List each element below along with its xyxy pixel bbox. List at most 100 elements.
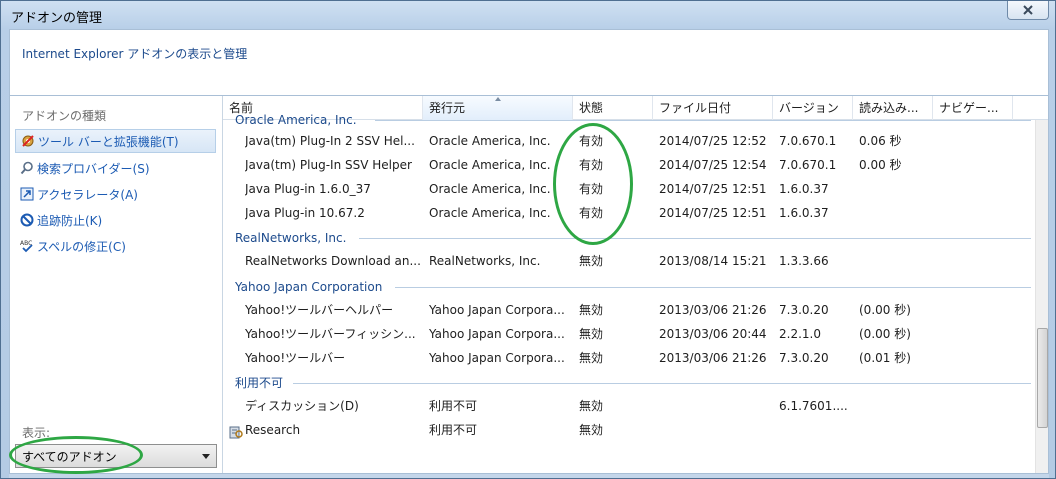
addon-status: 無効 xyxy=(579,327,604,341)
addon-name: Research xyxy=(245,423,301,437)
table-row[interactable]: Java(tm) Plug-In SSV Helper Oracle Ameri… xyxy=(223,153,1035,177)
addon-load-time: (0.00 秒) xyxy=(859,327,911,341)
table-row[interactable]: Java Plug-in 10.67.2 Oracle America, Inc… xyxy=(223,201,1035,225)
addon-list: 名前 発行元 状態 ファイル日付 バージョン 読み込み... ナビゲー... O… xyxy=(222,96,1048,473)
addon-date: 2014/07/25 12:52 xyxy=(659,134,767,148)
header-title: Internet Explorer アドオンの表示と管理 xyxy=(22,47,248,61)
addon-publisher: Yahoo Japan Corpora... xyxy=(429,327,565,341)
addon-name: Java Plug-in 1.6.0_37 xyxy=(245,182,371,196)
group-divider xyxy=(293,383,1031,384)
addon-status: 無効 xyxy=(579,254,604,268)
addon-version: 1.3.3.66 xyxy=(779,254,829,268)
sidebar-item-label: アクセラレータ(A) xyxy=(37,187,138,202)
addon-rows: Oracle America, Inc. Java(tm) Plug-In 2 … xyxy=(223,113,1035,473)
close-icon xyxy=(1023,5,1033,15)
addon-name: ディスカッション(D) xyxy=(245,399,359,413)
block-icon xyxy=(19,213,34,228)
addon-date: 2013/03/06 21:26 xyxy=(659,303,767,317)
group-divider xyxy=(375,120,1031,121)
group-divider xyxy=(359,238,1031,239)
sidebar-item-label: スペルの修正(C) xyxy=(37,239,126,254)
sidebar-item-toolbars[interactable]: ツール バーと拡張機能(T) xyxy=(15,129,216,153)
addon-version: 7.0.670.1 xyxy=(779,134,837,148)
group-title: 利用不可 xyxy=(235,376,284,390)
group-header: RealNetworks, Inc. xyxy=(235,228,1031,248)
table-row[interactable]: Research 利用不可 無効 xyxy=(223,418,1035,442)
sort-up-icon xyxy=(495,97,501,101)
addon-version: 1.6.0.37 xyxy=(779,206,829,220)
addon-publisher: Yahoo Japan Corpora... xyxy=(429,351,565,365)
addon-version: 1.6.0.37 xyxy=(779,182,829,196)
addon-status: 有効 xyxy=(579,158,604,172)
group-header: Oracle America, Inc. xyxy=(235,110,1031,130)
addon-date: 2013/03/06 21:26 xyxy=(659,351,767,365)
group-divider xyxy=(395,287,1031,288)
addon-name: RealNetworks Download an... xyxy=(245,254,421,268)
addon-status: 無効 xyxy=(579,303,604,317)
addon-name: Java(tm) Plug-In SSV Helper xyxy=(245,158,412,172)
sidebar-item-tracking-protection[interactable]: 追跡防止(K) xyxy=(15,208,216,232)
close-button[interactable] xyxy=(1007,1,1049,20)
group-header: Yahoo Japan Corporation xyxy=(235,277,1031,297)
addon-name: Yahoo!ツールバー xyxy=(245,351,346,365)
addon-version: 7.3.0.20 xyxy=(779,351,829,365)
sidebar-item-accelerators[interactable]: アクセラレータ(A) xyxy=(15,182,216,206)
addon-name: Java Plug-in 10.67.2 xyxy=(245,206,365,220)
sidebar-item-label: 追跡防止(K) xyxy=(37,213,103,228)
table-row[interactable]: Yahoo!ツールバーヘルパー Yahoo Japan Corpora... 無… xyxy=(223,298,1035,322)
show-filter-value: すべてのアドオン xyxy=(22,449,117,464)
addon-status: 無効 xyxy=(579,399,604,413)
addon-publisher: Oracle America, Inc. xyxy=(429,206,551,220)
sidebar-item-spelling[interactable]: ABC スペルの修正(C) xyxy=(15,234,216,258)
addon-version: 7.0.670.1 xyxy=(779,158,837,172)
table-row[interactable]: Java Plug-in 1.6.0_37 Oracle America, In… xyxy=(223,177,1035,201)
addon-name: Yahoo!ツールバーヘルパー xyxy=(245,303,394,317)
addon-load-time: (0.01 秒) xyxy=(859,351,911,365)
sidebar-item-search[interactable]: 検索プロバイダー(S) xyxy=(15,156,216,180)
addon-publisher: Oracle America, Inc. xyxy=(429,134,551,148)
show-filter-dropdown[interactable]: すべてのアドオン xyxy=(15,444,217,468)
addon-load-time: (0.00 秒) xyxy=(859,303,911,317)
window-title: アドオンの管理 xyxy=(11,11,103,26)
addon-version: 6.1.7601.... xyxy=(779,399,848,413)
addon-type-title: アドオンの種類 xyxy=(22,109,107,123)
table-row[interactable]: Java(tm) Plug-In 2 SSV Hel... Oracle Ame… xyxy=(223,129,1035,153)
addon-version: 7.3.0.20 xyxy=(779,303,829,317)
accelerator-icon xyxy=(19,187,34,202)
group-title: Oracle America, Inc. xyxy=(235,113,357,127)
bottom-strip xyxy=(9,474,1049,478)
addon-type-pane: アドオンの種類 ツール バーと拡張機能(T) 検索プロバイダー(S) アクセラレ… xyxy=(10,96,221,473)
header-panel: Internet Explorer アドオンの表示と管理 xyxy=(9,29,1049,95)
addon-date: 2013/08/14 15:21 xyxy=(659,254,767,268)
addon-name: Java(tm) Plug-In 2 SSV Hel... xyxy=(245,134,415,148)
addon-date: 2014/07/25 12:51 xyxy=(659,182,767,196)
addon-publisher: Oracle America, Inc. xyxy=(429,182,551,196)
gear-icon xyxy=(20,134,35,149)
search-icon xyxy=(19,161,34,176)
chevron-down-icon xyxy=(202,454,210,459)
addon-publisher: 利用不可 xyxy=(429,399,478,413)
table-row[interactable]: Yahoo!ツールバー Yahoo Japan Corpora... 無効 20… xyxy=(223,346,1035,370)
main-body: アドオンの種類 ツール バーと拡張機能(T) 検索プロバイダー(S) アクセラレ… xyxy=(9,95,1049,474)
addon-name: Yahoo!ツールバーフィッシン... xyxy=(245,327,416,341)
vertical-scrollbar[interactable] xyxy=(1035,120,1048,473)
addon-status: 有効 xyxy=(579,182,604,196)
addon-status: 有効 xyxy=(579,206,604,220)
scrollbar-thumb[interactable] xyxy=(1037,328,1048,428)
addon-load-time: 0.00 秒 xyxy=(859,158,902,172)
addon-date: 2013/03/06 20:44 xyxy=(659,327,767,341)
addon-publisher: Oracle America, Inc. xyxy=(429,158,551,172)
table-row[interactable]: ディスカッション(D) 利用不可 無効 6.1.7601.... xyxy=(223,394,1035,418)
title-bar[interactable]: アドオンの管理 xyxy=(1,1,1055,29)
group-title: RealNetworks, Inc. xyxy=(235,231,347,245)
spellcheck-icon: ABC xyxy=(19,239,34,254)
research-icon xyxy=(229,423,243,439)
addon-load-time: 0.06 秒 xyxy=(859,134,902,148)
sidebar-item-label: ツール バーと拡張機能(T) xyxy=(38,134,179,149)
addon-status: 無効 xyxy=(579,351,604,365)
group-header: 利用不可 xyxy=(235,373,1031,393)
table-row[interactable]: RealNetworks Download an... RealNetworks… xyxy=(223,249,1035,273)
table-row[interactable]: Yahoo!ツールバーフィッシン... Yahoo Japan Corpora.… xyxy=(223,322,1035,346)
addon-publisher: Yahoo Japan Corpora... xyxy=(429,303,565,317)
sidebar-item-label: 検索プロバイダー(S) xyxy=(37,161,150,176)
